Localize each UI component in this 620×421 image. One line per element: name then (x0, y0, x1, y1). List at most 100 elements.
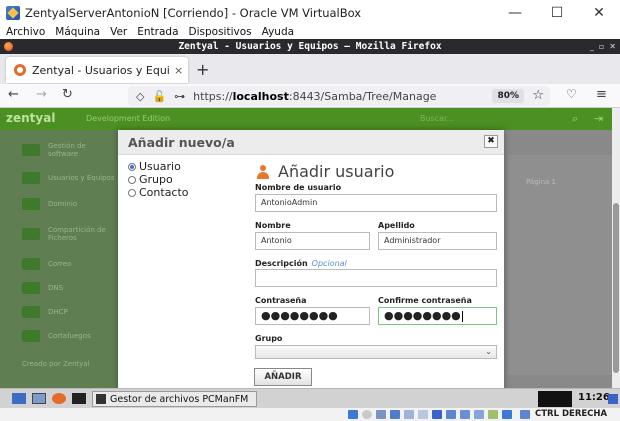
audio-icon[interactable] (376, 410, 386, 419)
chevron-down-icon: ⌄ (485, 347, 492, 356)
firefox-launcher-icon[interactable] (52, 393, 66, 404)
firefox-minimize-icon[interactable]: _ (590, 42, 594, 51)
sidebar-item-firewall[interactable]: Cortafuegos (0, 324, 118, 348)
firstname-label: Nombre (255, 221, 291, 230)
reload-icon[interactable]: ↻ (62, 87, 73, 102)
terminal-icon[interactable] (72, 393, 86, 404)
sidebar-item-mail[interactable]: Correo (0, 252, 118, 276)
url-text[interactable]: https://localhost:8443/Samba/Tree/Manage (193, 90, 436, 103)
host-key-label: CTRL DERECHA (535, 409, 608, 419)
scrollbar-thumb[interactable] (613, 203, 619, 373)
host-key-icon (520, 410, 530, 419)
minimize-button[interactable]: — (494, 0, 536, 25)
firewall-icon (22, 330, 40, 342)
cpu-icon[interactable] (474, 410, 484, 419)
pocket-icon[interactable]: ♡ (566, 87, 577, 101)
sidebar-item-software[interactable]: Gestión de software (0, 138, 118, 162)
radio-grupo[interactable] (128, 175, 136, 184)
menu-ver[interactable]: Ver (110, 25, 127, 39)
screen-lock-icon[interactable] (608, 394, 618, 404)
password-label: Contraseña (255, 296, 307, 305)
forward-arrow-icon[interactable]: → (36, 87, 47, 102)
lastname-input[interactable]: Administrador (378, 232, 497, 250)
taskbar-task-pcmanfm[interactable]: Gestor de archivos PCManFM (92, 391, 257, 407)
virtualbox-logo-icon (6, 5, 20, 20)
sidebar-item-dns[interactable]: DNS (0, 276, 118, 300)
dialog-title: Añadir nuevo/a (128, 135, 235, 150)
url-bar[interactable]: ◇ 🔓 ⊶ https://localhost:8443/Samba/Tree/… (128, 86, 550, 106)
sidebar-item-users[interactable]: Usuarios y Equipos (0, 166, 118, 190)
menu-archivo[interactable]: Archivo (6, 25, 45, 39)
keyboard-capture-icon[interactable] (502, 410, 512, 419)
username-input[interactable]: AntonioAdmin (255, 194, 497, 212)
dns-globe-icon (22, 282, 40, 294)
add-button[interactable]: AÑADIR (254, 368, 312, 386)
page-scrollbar[interactable] (612, 108, 620, 388)
search-icon[interactable]: ⌕ (572, 112, 578, 126)
firstname-input[interactable]: Antonio (255, 232, 370, 250)
video-capture-icon[interactable] (446, 410, 456, 419)
shared-folders-icon[interactable] (418, 410, 428, 419)
users-icon (22, 172, 40, 184)
hard-disk-icon[interactable] (348, 410, 358, 419)
zentyal-logo: zentyal (6, 111, 56, 125)
sidebar-item-dhcp[interactable]: DHCP (0, 300, 118, 324)
mouse-integration-icon[interactable] (488, 410, 498, 419)
back-arrow-icon[interactable]: ← (8, 87, 19, 102)
description-input[interactable] (255, 269, 497, 287)
firefox-maximize-icon[interactable]: ▫ (599, 42, 604, 51)
shield-icon[interactable]: ◇ (136, 90, 144, 103)
desktop-icon[interactable] (12, 393, 26, 404)
display-icon[interactable] (432, 410, 442, 419)
radio-usuario[interactable] (128, 162, 136, 171)
type-option-grupo[interactable]: Grupo (128, 173, 173, 186)
menu-ayuda[interactable]: Ayuda (262, 25, 294, 39)
hamburger-menu-icon[interactable]: ≡ (596, 87, 607, 102)
tab-close-button[interactable]: × (174, 64, 183, 77)
browser-tab[interactable]: Zentyal - Usuarios y Equi × (6, 57, 188, 83)
guest-taskbar: Gestor de archivos PCManFM 11:26 (0, 388, 620, 408)
dialog-close-button[interactable]: ✖ (484, 135, 498, 148)
text-caret (461, 311, 463, 322)
zentyal-sidebar: Gestión de software Usuarios y Equipos D… (0, 130, 118, 388)
lastname-label: Apellido (378, 221, 415, 230)
window-title: ZentyalServerAntonioN [Corriendo] - Orac… (25, 5, 362, 20)
bookmark-star-icon[interactable]: ☆ (532, 88, 544, 103)
insecure-lock-icon[interactable]: 🔓 (152, 90, 166, 103)
menu-maquina[interactable]: Máquina (55, 25, 100, 39)
pagination-label: Página 1 (526, 178, 556, 186)
system-monitor (538, 391, 572, 407)
virtualbox-titlebar: ZentyalServerAntonioN [Corriendo] - Orac… (0, 0, 620, 25)
close-button[interactable]: ✕ (578, 0, 620, 25)
navigation-bar: ← → ↻ ◇ 🔓 ⊶ https://localhost:8443/Samba… (0, 84, 620, 108)
firefox-titlebar: Zentyal - Usuarios y Equipos — Mozilla F… (0, 39, 620, 54)
new-tab-button[interactable]: + (196, 60, 209, 79)
sidebar-item-domain[interactable]: Dominio (0, 192, 118, 216)
monitor-icon[interactable] (460, 410, 470, 419)
usb-icon[interactable] (404, 410, 414, 419)
zentyal-favicon-icon (14, 64, 26, 76)
sidebar-item-file-sharing[interactable]: Compartición de Ficheros (0, 222, 118, 246)
menu-entrada[interactable]: Entrada (137, 25, 178, 39)
type-option-contacto[interactable]: Contacto (128, 186, 189, 199)
package-icon (22, 144, 40, 156)
zentyal-search[interactable]: Buscar... (420, 114, 454, 123)
password-input[interactable]: ●●●●●●●● (255, 307, 370, 325)
window-controls: — ☐ ✕ (494, 0, 620, 25)
form-title: Añadir usuario (256, 162, 394, 181)
type-option-usuario[interactable]: Usuario (128, 160, 181, 173)
file-manager-icon[interactable] (32, 393, 46, 404)
maximize-button[interactable]: ☐ (536, 0, 578, 25)
zoom-level-badge[interactable]: 80% (492, 89, 524, 103)
optical-drive-icon[interactable] (362, 410, 372, 419)
confirm-password-input[interactable]: ●●●●●●●● (378, 307, 497, 325)
key-icon[interactable]: ⊶ (174, 90, 185, 103)
network-adapter-icon[interactable] (390, 410, 400, 419)
radio-contacto[interactable] (128, 188, 136, 197)
zentyal-header: zentyal Development Edition Buscar... ⌕ … (0, 108, 612, 130)
menu-dispositivos[interactable]: Dispositivos (189, 25, 252, 39)
group-select[interactable]: ⌄ (255, 345, 497, 359)
firefox-close-icon[interactable]: ✕ (609, 42, 616, 51)
logout-icon[interactable]: ⇥ (594, 112, 603, 125)
user-icon (256, 164, 270, 179)
